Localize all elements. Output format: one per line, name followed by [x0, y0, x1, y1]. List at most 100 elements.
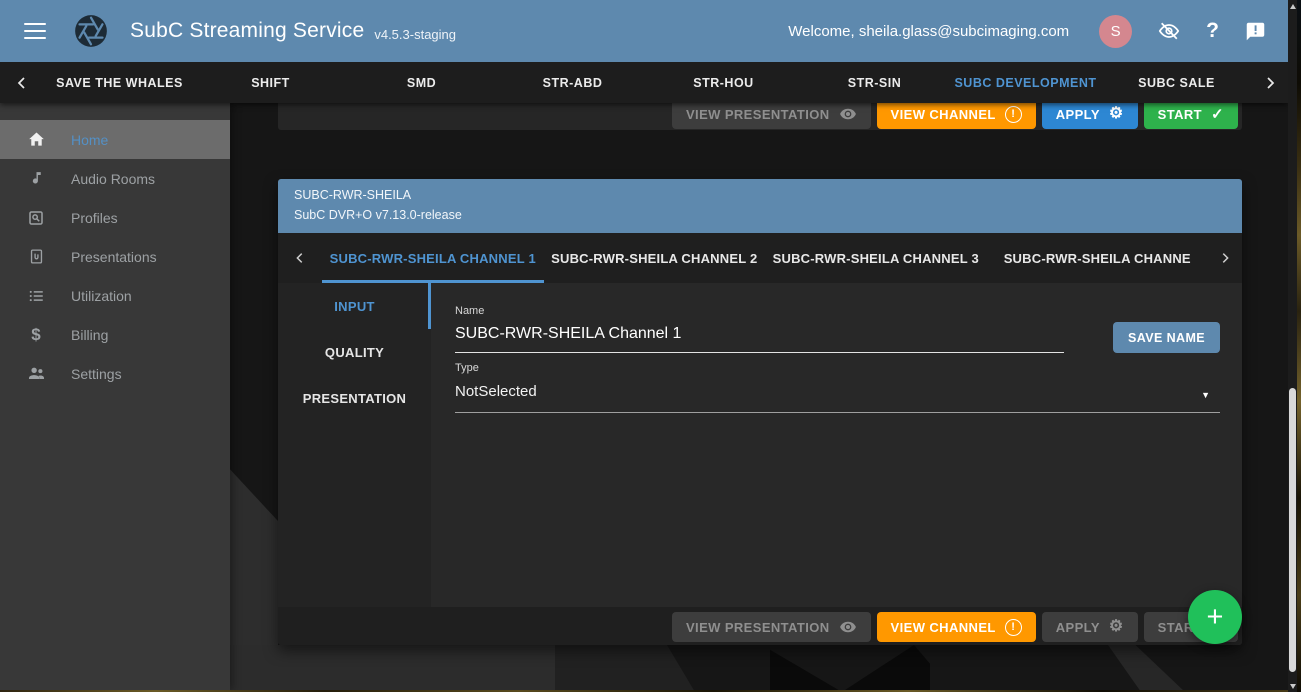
start-button[interactable]: START ✓ — [1144, 99, 1238, 129]
organization-tabs: SAVE THE WHALES SHIFT SMD STR-ABD STR-HO… — [0, 62, 1288, 103]
help-icon[interactable]: ? — [1206, 19, 1219, 43]
device-firmware: SubC DVR+O v7.13.0-release — [294, 208, 1226, 222]
welcome-text: Welcome, sheila.glass@subcimaging.com — [788, 23, 1069, 40]
org-tab-subc-development[interactable]: SUBC DEVELOPMENT — [950, 76, 1101, 90]
view-presentation-button[interactable]: VIEW PRESENTATION — [672, 612, 871, 642]
app-title: SubC Streaming Service — [130, 19, 364, 43]
menu-icon[interactable] — [24, 23, 46, 39]
device-name: SUBC-RWR-SHEILA — [294, 188, 1226, 202]
channel-tabs: SUBC-RWR-SHEILA CHANNEL 1 SUBC-RWR-SHEIL… — [278, 233, 1242, 283]
start-label: START — [1158, 107, 1202, 122]
sidebar-item-label: Presentations — [71, 249, 157, 265]
chevron-left-icon[interactable] — [0, 75, 44, 91]
org-tab-str-sin[interactable]: STR-SIN — [799, 76, 950, 90]
people-icon — [26, 364, 46, 384]
sidebar-item-home[interactable]: Home — [0, 120, 230, 159]
eye-icon — [839, 618, 857, 636]
dollar-icon: $ — [26, 325, 46, 345]
view-channel-button[interactable]: VIEW CHANNEL ! — [877, 99, 1036, 129]
avatar[interactable]: S — [1099, 15, 1132, 48]
apply-button[interactable]: APPLY ⚙ — [1042, 99, 1138, 129]
background-shape — [1075, 645, 1185, 692]
chevron-right-icon[interactable] — [1208, 233, 1242, 283]
chevron-right-icon[interactable] — [1252, 75, 1288, 91]
check-icon: ✓ — [1211, 105, 1224, 123]
channel-tab-3[interactable]: SUBC-RWR-SHEILA CHANNEL 3 — [765, 233, 987, 283]
org-tab-shift[interactable]: SHIFT — [195, 76, 346, 90]
warning-icon: ! — [1005, 619, 1022, 636]
type-select[interactable]: NotSelected ▼ — [455, 378, 1220, 413]
tab-input[interactable]: INPUT — [278, 283, 431, 329]
sidebar-item-settings[interactable]: Settings — [0, 354, 230, 393]
scroll-down-arrow[interactable] — [1288, 681, 1297, 691]
card-action-row: VIEW PRESENTATION VIEW CHANNEL ! APPLY ⚙… — [278, 607, 1242, 645]
view-presentation-label: VIEW PRESENTATION — [686, 107, 830, 122]
sidebar-item-profiles[interactable]: Profiles — [0, 198, 230, 237]
type-field-block: Type NotSelected ▼ — [455, 362, 1220, 413]
sidebar-item-billing[interactable]: $ Billing — [0, 315, 230, 354]
org-tab-save-the-whales[interactable]: SAVE THE WHALES — [44, 76, 195, 90]
help-glyph: ? — [1206, 19, 1219, 43]
view-presentation-label: VIEW PRESENTATION — [686, 620, 830, 635]
app-version: v4.5.3-staging — [374, 27, 456, 42]
name-field-row: SAVE NAME — [455, 321, 1220, 353]
sidebar-item-label: Profiles — [71, 210, 118, 226]
channel-tab-2[interactable]: SUBC-RWR-SHEILA CHANNEL 2 — [544, 233, 766, 283]
app-bar: SubC Streaming Service v4.5.3-staging We… — [0, 0, 1288, 62]
view-presentation-button[interactable]: VIEW PRESENTATION — [672, 99, 871, 129]
save-name-button[interactable]: SAVE NAME — [1113, 322, 1220, 353]
visibility-off-icon[interactable] — [1158, 20, 1180, 42]
org-tab-str-hou[interactable]: STR-HOU — [648, 76, 799, 90]
document-clip-icon — [26, 247, 46, 267]
name-field-label: Name — [455, 305, 1220, 317]
channel-tab-1[interactable]: SUBC-RWR-SHEILA CHANNEL 1 — [322, 233, 544, 283]
section-tabs: INPUT QUALITY PRESENTATION — [278, 283, 431, 607]
view-channel-label: VIEW CHANNEL — [891, 107, 996, 122]
org-tab-subc-sale[interactable]: SUBC SALE — [1101, 76, 1252, 90]
add-fab-button[interactable]: + — [1188, 590, 1242, 644]
apply-label: APPLY — [1056, 620, 1100, 635]
page-scrollbar — [1288, 0, 1297, 692]
music-note-icon — [26, 169, 46, 189]
search-box-icon — [26, 208, 46, 228]
sidebar-item-label: Settings — [71, 366, 122, 382]
device-card: SUBC-RWR-SHEILA SubC DVR+O v7.13.0-relea… — [278, 179, 1242, 645]
list-icon — [26, 286, 46, 306]
tab-quality[interactable]: QUALITY — [278, 329, 431, 375]
sidebar-item-utilization[interactable]: Utilization — [0, 276, 230, 315]
sidebar-item-label: Home — [71, 132, 108, 148]
scrollbar-thumb[interactable] — [1289, 388, 1296, 672]
type-selected-value: NotSelected — [455, 383, 537, 400]
device-card-header: SUBC-RWR-SHEILA SubC DVR+O v7.13.0-relea… — [278, 179, 1242, 233]
sidebar-item-audio-rooms[interactable]: Audio Rooms — [0, 159, 230, 198]
aperture-logo-icon — [74, 14, 108, 48]
desktop-edge-strip — [1297, 0, 1301, 692]
channel-settings-body: INPUT QUALITY PRESENTATION Name SAVE NAM… — [278, 283, 1242, 607]
channel-tab-4[interactable]: SUBC-RWR-SHEILA CHANNE — [987, 233, 1209, 283]
org-tab-str-abd[interactable]: STR-ABD — [497, 76, 648, 90]
view-channel-button[interactable]: VIEW CHANNEL ! — [877, 612, 1036, 642]
scroll-up-arrow[interactable] — [1288, 1, 1297, 11]
gear-icon: ⚙ — [1109, 619, 1124, 635]
sidebar-item-label: Billing — [71, 327, 108, 343]
apply-button[interactable]: APPLY ⚙ — [1042, 612, 1138, 642]
feedback-icon[interactable] — [1245, 21, 1266, 42]
apply-label: APPLY — [1056, 107, 1100, 122]
home-icon — [26, 130, 46, 150]
sidebar-item-label: Utilization — [71, 288, 132, 304]
channel-name-input[interactable] — [455, 321, 1064, 353]
warning-icon: ! — [1005, 106, 1022, 123]
org-tab-smd[interactable]: SMD — [346, 76, 497, 90]
background-shape — [555, 645, 695, 692]
app-window: VIEW PRESENTATION VIEW CHANNEL ! APPLY ⚙… — [0, 0, 1301, 692]
sidebar-item-presentations[interactable]: Presentations — [0, 237, 230, 276]
sidebar-item-label: Audio Rooms — [71, 171, 155, 187]
view-channel-label: VIEW CHANNEL — [891, 620, 996, 635]
sidebar: Home Audio Rooms Profiles Presentations … — [0, 103, 230, 690]
tab-presentation[interactable]: PRESENTATION — [278, 375, 431, 421]
chevron-left-icon[interactable] — [278, 233, 322, 283]
background-shape — [230, 645, 560, 692]
input-settings-panel: Name SAVE NAME Type NotSelected ▼ — [431, 283, 1242, 607]
background-shape — [770, 645, 930, 692]
chevron-down-icon: ▼ — [1201, 390, 1210, 400]
